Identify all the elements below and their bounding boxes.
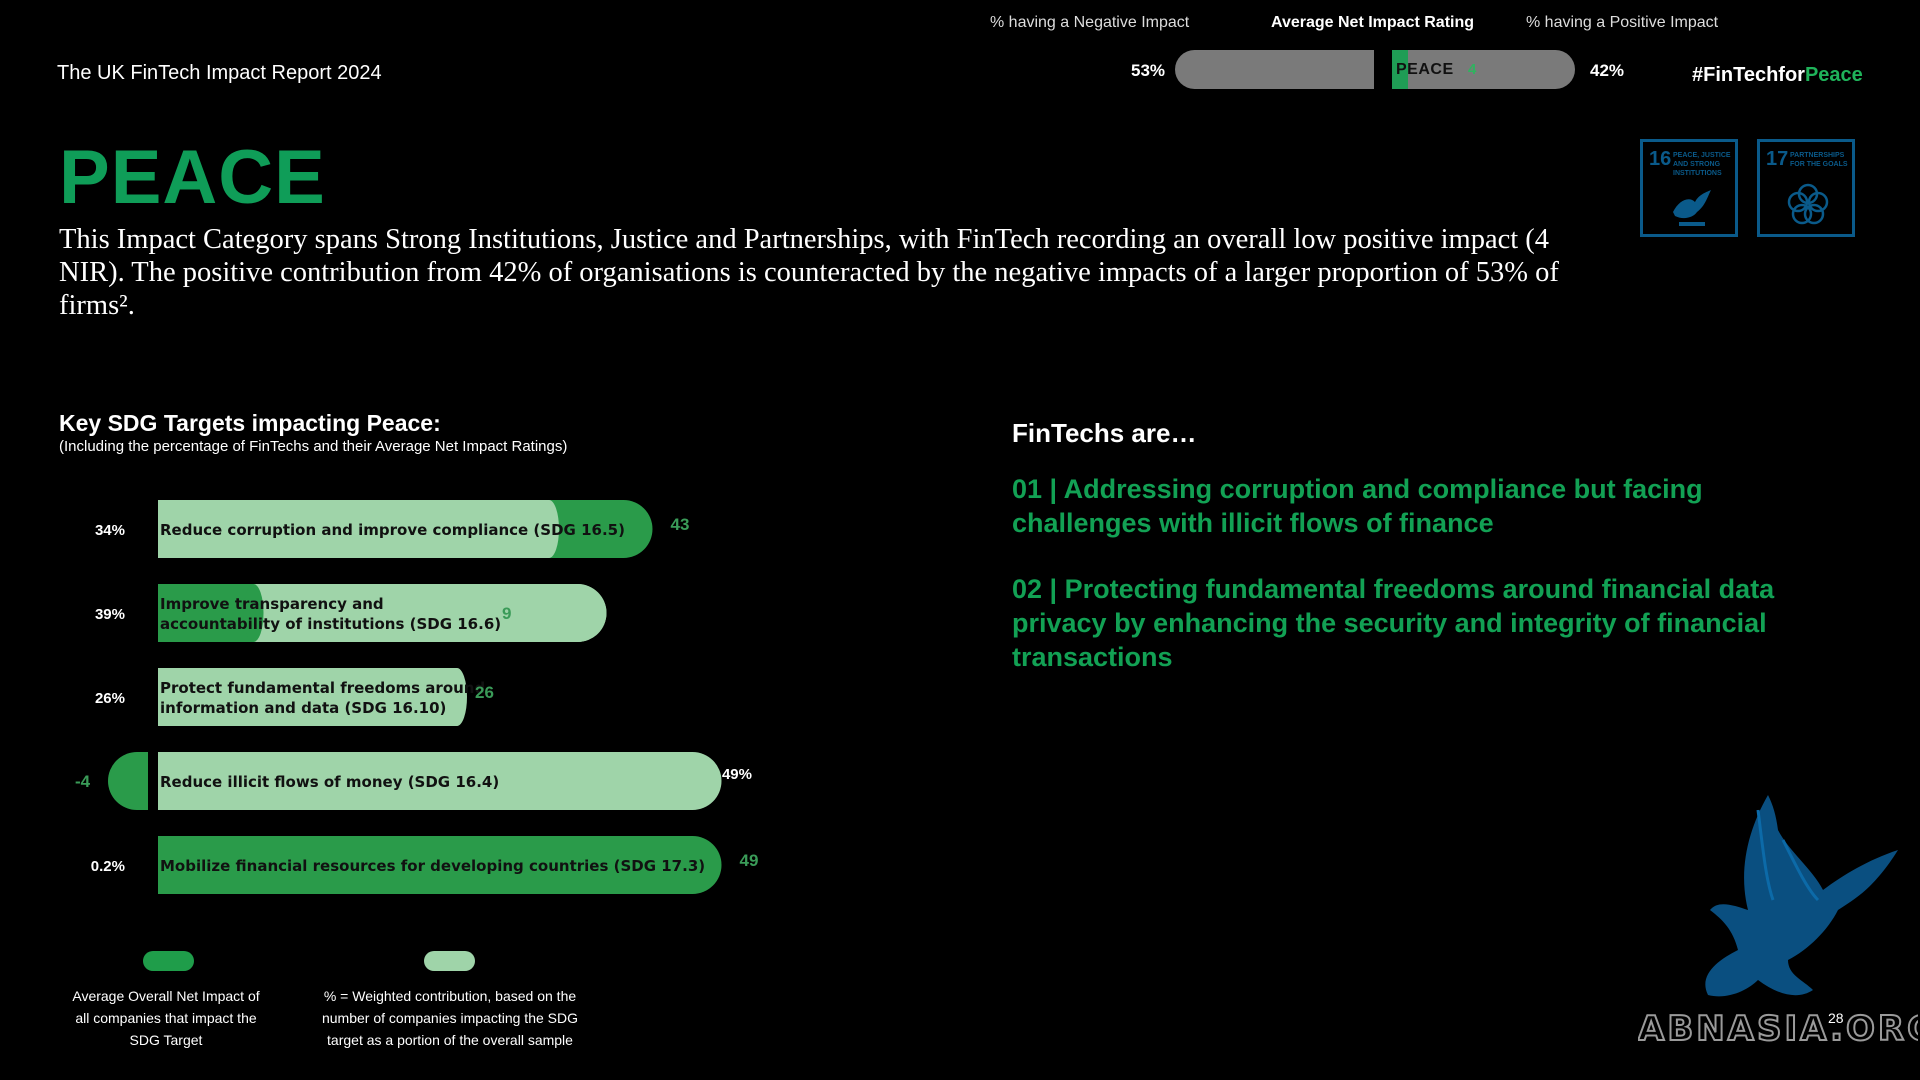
- sdg-17-number: 17: [1766, 148, 1789, 170]
- sdg-17-text: PARTNERSHIPS FOR THE GOALS: [1790, 152, 1848, 168]
- net-impact-bar-negative: [108, 752, 148, 810]
- fintechs-point-2: 02 | Protecting fundamental freedoms aro…: [1012, 574, 1775, 672]
- fintechs-point-1: 01 | Addressing corruption and complianc…: [1012, 474, 1703, 538]
- intro-paragraph: This Impact Category spans Strong Instit…: [59, 224, 1559, 321]
- page-number: 28: [1828, 1010, 1844, 1026]
- key-targets-title: Key SDG Targets impacting Peace:: [59, 410, 441, 436]
- bar-pct-label: 0.2%: [91, 858, 125, 875]
- bar-category-label: Reduce illicit flows of money (SDG 16.4): [160, 773, 499, 791]
- bar-nir-label: 9: [502, 604, 511, 623]
- hashtag-suffix: Peace: [1804, 64, 1863, 86]
- hashtag-prefix: #FinTechfor: [1692, 64, 1805, 86]
- weighted-bar-overlay: [158, 668, 457, 726]
- bar-nir-label: 49: [740, 851, 759, 870]
- net-impact-bar-overlay: [158, 584, 254, 642]
- bar-category-label: Improve transparency and: [160, 595, 384, 613]
- bar-pct-label: 26%: [95, 690, 125, 707]
- negative-impact-bar: [1175, 50, 1374, 89]
- legend-swatch-net-impact: [143, 951, 194, 971]
- fintechs-title: FinTechs are…: [1012, 418, 1197, 448]
- sdg-16-text: PEACE, JUSTICE AND STRONG INSTITUTIONS: [1673, 152, 1731, 177]
- bar-pct-label: 34%: [95, 522, 125, 539]
- negative-pct: 53%: [1131, 61, 1166, 80]
- bar-category-label: Protect fundamental freedoms around: [160, 679, 485, 697]
- bar-category-label: information and data (SDG 16.10): [160, 699, 446, 717]
- bar-nir-label: 26: [475, 683, 494, 702]
- positive-impact-bar: PEACE 4: [1392, 50, 1575, 89]
- bar-pct-label: 39%: [95, 606, 125, 623]
- sdg-16-icon: 16 PEACE, JUSTICE AND STRONG INSTITUTION…: [1640, 139, 1738, 237]
- report-title: The UK FinTech Impact Report 2024: [57, 62, 382, 84]
- watermark-text: ABNASIA.ORG: [1638, 1009, 1918, 1049]
- bar-nir-label: -4: [75, 772, 91, 791]
- rings-icon: [1787, 183, 1829, 225]
- page-title: PEACE: [59, 135, 326, 220]
- legend-swatch-weighted: [424, 951, 475, 971]
- weighted-bar-cap: [447, 668, 467, 726]
- net-impact-bar-cap: [243, 584, 264, 642]
- griffin-logo: ABNASIA.ORG: [1638, 795, 1918, 1050]
- bar-category-label: Mobilize financial resources for develop…: [160, 857, 705, 875]
- rating-bar-label: PEACE: [1396, 61, 1454, 78]
- bar-pct-label: 49%: [722, 766, 752, 783]
- rating-bar-value: 4: [1468, 61, 1477, 78]
- net-impact-rating-label: Average Net Impact Rating: [1271, 14, 1475, 31]
- legend-text-net-impact: Average Overall Net Impact of all compan…: [72, 988, 260, 1048]
- sdg-17-icon: 17 PARTNERSHIPS FOR THE GOALS: [1757, 139, 1855, 237]
- positive-impact-label: % having a Positive Impact: [1526, 14, 1719, 31]
- positive-pct: 42%: [1590, 61, 1625, 80]
- dove-icon: [1673, 190, 1711, 226]
- bar-nir-label: 43: [671, 515, 690, 534]
- bar-category-label: Reduce corruption and improve compliance…: [160, 521, 625, 539]
- sdg-16-number: 16: [1649, 148, 1672, 170]
- key-targets-subtitle: (Including the percentage of FinTechs an…: [59, 438, 568, 455]
- legend-text-weighted: % = Weighted contribution, based on the …: [321, 988, 578, 1048]
- negative-impact-label: % having a Negative Impact: [990, 14, 1190, 31]
- hashtag: #FinTechforPeace: [1692, 64, 1863, 87]
- sdg-targets-chart: Reduce corruption and improve compliance…: [75, 500, 759, 894]
- bar-category-label: accountability of institutions (SDG 16.6…: [160, 615, 501, 633]
